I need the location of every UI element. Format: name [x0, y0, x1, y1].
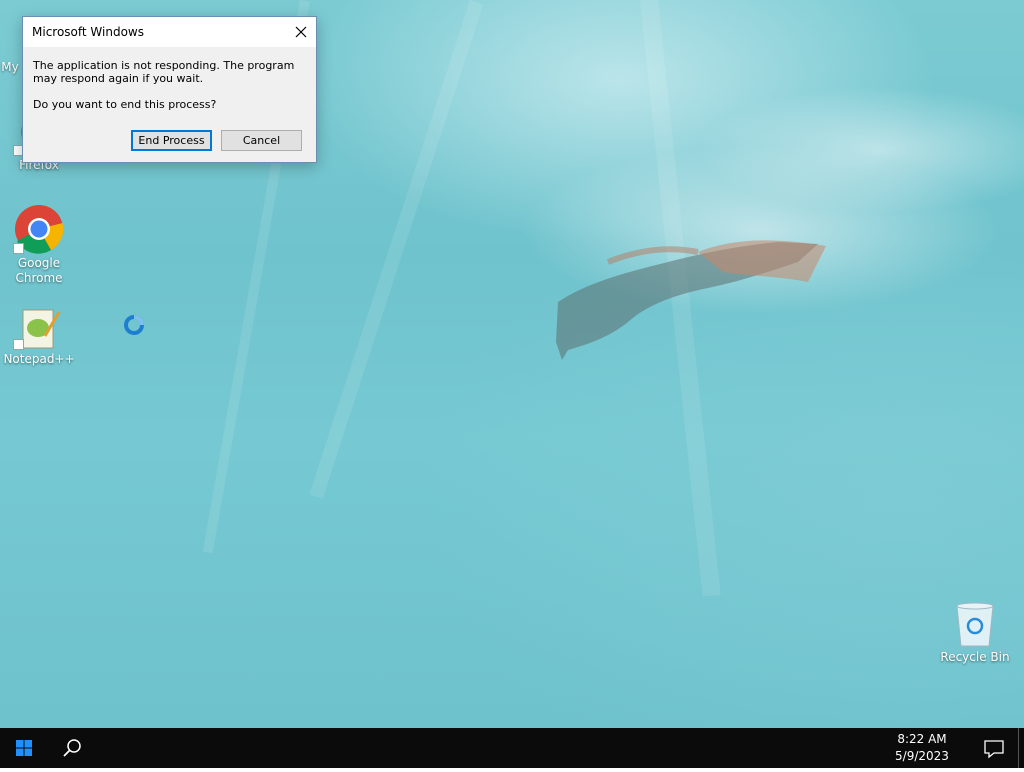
dialog-question: Do you want to end this process?: [33, 98, 217, 111]
desktop-icon-label: Google Chrome: [15, 256, 63, 285]
taskbar: 8:22 AM 5/9/2023: [0, 728, 1024, 768]
desktop-icon-notepad-plus-plus[interactable]: Notepad++: [1, 306, 77, 367]
notepad-plus-plus-icon: [13, 306, 65, 350]
desktop-icon-label: Recycle Bin: [940, 650, 1010, 664]
action-center-button[interactable]: [974, 728, 1014, 768]
taskbar-clock[interactable]: 8:22 AM 5/9/2023: [882, 731, 962, 765]
cancel-button[interactable]: Cancel: [221, 130, 302, 151]
search-button[interactable]: [48, 728, 96, 768]
wallpaper-swimmer: [556, 240, 826, 360]
start-button[interactable]: [0, 728, 48, 768]
desktop-icon-recycle-bin[interactable]: Recycle Bin: [937, 602, 1013, 665]
desktop-icon-label: My: [1, 60, 19, 74]
show-desktop-button[interactable]: [1018, 728, 1024, 768]
clock-time: 8:22 AM: [897, 732, 947, 746]
recycle-bin-icon: [949, 602, 1001, 648]
shortcut-arrow-icon: [13, 243, 24, 254]
close-icon: [295, 26, 307, 38]
action-center-icon: [984, 740, 1004, 759]
end-process-button[interactable]: End Process: [131, 130, 212, 151]
desktop-icon-google-chrome[interactable]: Google Chrome: [1, 204, 77, 286]
loading-spinner-icon: [124, 315, 144, 335]
chrome-icon: [13, 204, 65, 254]
shortcut-arrow-icon: [13, 339, 24, 350]
not-responding-dialog: Microsoft Windows The application is not…: [22, 16, 317, 163]
dialog-titlebar[interactable]: Microsoft Windows: [23, 17, 316, 47]
close-button[interactable]: [286, 17, 316, 47]
dialog-message: The application is not responding. The p…: [33, 59, 295, 85]
desktop-icon-label: Notepad++: [3, 352, 75, 366]
light-ray: [309, 0, 484, 499]
search-icon: [63, 739, 81, 757]
windows-start-icon: [16, 740, 32, 756]
clock-date: 5/9/2023: [895, 749, 949, 763]
dialog-title: Microsoft Windows: [32, 25, 144, 39]
